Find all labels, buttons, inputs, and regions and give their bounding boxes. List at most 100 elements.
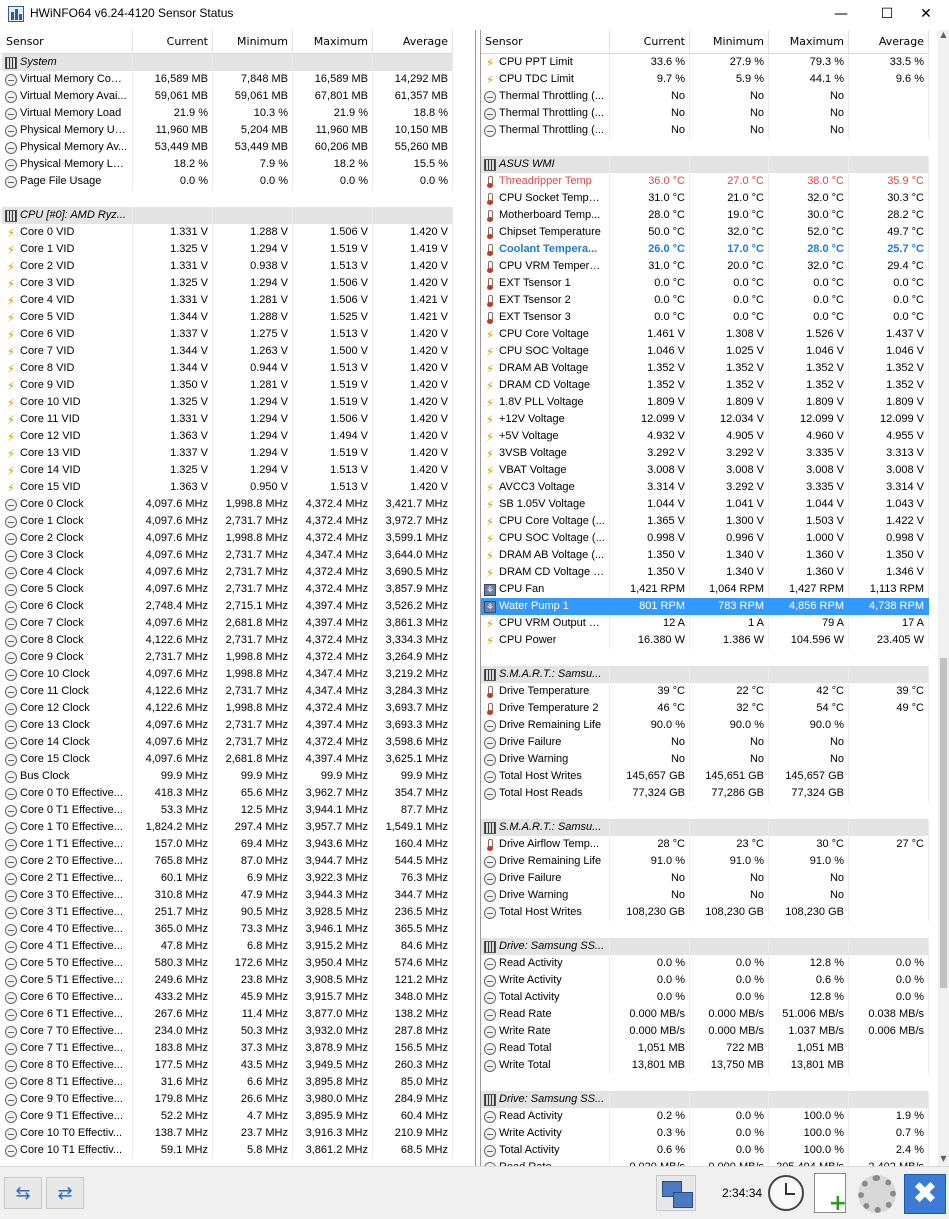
sensor-row[interactable]: ⚡ CPU VRM Output C... 12 A1 A 79 A 17 A: [481, 615, 929, 632]
sensor-row[interactable]: Core 6 T0 Effective... 433.2 MHz 45.9 MHz 3…: [2, 989, 453, 1006]
sensor-row[interactable]: Core 0 T0 Effective... 418.3 MHz 65.6 MHz 3…: [2, 785, 453, 802]
sensor-row[interactable]: Drive Remaining Life 91.0 % 91.0 % 91.0 %: [481, 853, 929, 870]
sensor-row[interactable]: Core 3 T1 Effective... 251.7 MHz 90.5 MHz 3…: [2, 904, 453, 921]
sensor-row[interactable]: Drive Failure No No No: [481, 734, 929, 751]
sensor-row[interactable]: Drive Temperature 2 46 °C 32 °C 54 °C 49 °C: [481, 700, 929, 717]
close-x-icon[interactable]: ✖: [904, 1174, 946, 1214]
column-header-current[interactable]: Current: [610, 30, 690, 54]
sensor-group-header[interactable]: Drive: Samsung SS...: [481, 1091, 929, 1108]
sensor-row[interactable]: ⚡ Core 15 VID 1.363 V 0.950 V 1.513 V 1.420 V: [2, 479, 453, 496]
sensor-row[interactable]: Drive Warning No No No: [481, 887, 929, 904]
sensor-row[interactable]: CPU VRM Temperat... 31.0 °C 20.0 °C 32.0 °C…: [481, 258, 929, 275]
sensor-row[interactable]: Core 10 Clock 4,097.6 MHz 1,998.8 MHz 4,347…: [2, 666, 453, 683]
sensor-row[interactable]: Core 6 T1 Effective... 267.6 MHz 11.4 MHz 3…: [2, 1006, 453, 1023]
sensor-row[interactable]: Threadripper Temp 36.0 °C 27.0 °C 38.0 °C 35…: [481, 173, 929, 190]
column-header-minimum[interactable]: Minimum: [690, 30, 769, 54]
sensor-row[interactable]: Virtual Memory Load 21.9 % 10.3 % 21.9 % 18.…: [2, 105, 453, 122]
sensor-row[interactable]: Core 4 T0 Effective... 365.0 MHz 73.3 MHz 3…: [2, 921, 453, 938]
sensor-row[interactable]: Drive Temperature 39 °C 22 °C 42 °C 39 °C: [481, 683, 929, 700]
sensor-row[interactable]: Core 2 T0 Effective... 765.8 MHz 87.0 MHz 3…: [2, 853, 453, 870]
sensor-row[interactable]: ⚘ CPU Fan 1,421 RPM 1,064 RPM 1,427 RPM 1,113…: [481, 581, 929, 598]
sensor-row[interactable]: Chipset Temperature 50.0 °C 32.0 °C 52.0 °C…: [481, 224, 929, 241]
sensor-row[interactable]: Core 0 Clock 4,097.6 MHz 1,998.8 MHz 4,372.…: [2, 496, 453, 513]
column-header-sensor[interactable]: Sensor: [2, 30, 133, 54]
sensor-row[interactable]: Write Activity 0.3 % 0.0 % 100.0 % 0.7 %: [481, 1125, 929, 1142]
sensor-row[interactable]: Core 1 T0 Effective... 1,824.2 MHz 297.4 M…: [2, 819, 453, 836]
sensor-row[interactable]: Core 6 Clock 2,748.4 MHz 2,715.1 MHz 4,397.…: [2, 598, 453, 615]
column-header-current[interactable]: Current: [133, 30, 213, 54]
sensor-row[interactable]: ⚡ Core 13 VID 1.337 V 1.294 V 1.519 V 1.420 V: [2, 445, 453, 462]
collapse-arrows-button[interactable]: ⇄: [46, 1177, 84, 1209]
sensor-row[interactable]: ⚡ Core 5 VID 1.344 V 1.288 V 1.525 V 1.421 V: [2, 309, 453, 326]
sensor-row[interactable]: ⚡ Core 3 VID 1.325 V 1.294 V 1.506 V 1.420 V: [2, 275, 453, 292]
sensor-row[interactable]: Read Rate 0.020 MB/s0.000 MB/s205.494 MB/…: [481, 1159, 929, 1166]
sensor-row[interactable]: ⚡ CPU SOC Voltage 1.046 V 1.025 V 1.046 V 1.0…: [481, 343, 929, 360]
sensor-row[interactable]: Core 7 T0 Effective... 234.0 MHz 50.3 MHz 3…: [2, 1023, 453, 1040]
sensor-group-header[interactable]: ASUS WMI: [481, 156, 929, 173]
sensor-row[interactable]: Core 0 T1 Effective... 53.3 MHz 12.5 MHz 3,…: [2, 802, 453, 819]
sensor-row[interactable]: ⚡ CPU Core Voltage (... 1.365 V 1.300 V 1.50…: [481, 513, 929, 530]
sensor-row[interactable]: Core 13 Clock 4,097.6 MHz 2,731.7 MHz 4,397…: [2, 717, 453, 734]
sensor-row[interactable]: Core 8 Clock 4,122.6 MHz 2,731.7 MHz 4,372.…: [2, 632, 453, 649]
sensor-row[interactable]: Write Total 13,801 MB 13,750 MB 13,801 MB: [481, 1057, 929, 1074]
sensor-row[interactable]: ⚡ Core 10 VID 1.325 V 1.294 V 1.519 V 1.420 V: [2, 394, 453, 411]
sensor-row[interactable]: Core 10 T0 Effectiv... 138.7 MHz 23.7 MHz 3…: [2, 1125, 453, 1142]
sensor-row[interactable]: Core 2 Clock 4,097.6 MHz 1,998.8 MHz 4,372.…: [2, 530, 453, 547]
sensor-row[interactable]: Core 1 Clock 4,097.6 MHz 2,731.7 MHz 4,372.…: [2, 513, 453, 530]
sensor-row[interactable]: ⚡ SB 1.05V Voltage 1.044 V 1.041 V 1.044 V 1.…: [481, 496, 929, 513]
sensor-row[interactable]: Total Activity 0.0 % 0.0 % 12.8 % 0.0 %: [481, 989, 929, 1006]
sensor-group-header[interactable]: System: [2, 54, 453, 71]
settings-gear-icon[interactable]: [858, 1175, 896, 1213]
sensor-row[interactable]: ⚡ AVCC3 Voltage 3.314 V 3.292 V 3.335 V 3.314…: [481, 479, 929, 496]
sensor-row[interactable]: ⚡ CPU Core Voltage 1.461 V 1.308 V 1.526 V 1.…: [481, 326, 929, 343]
sensor-row[interactable]: ⚡ CPU SOC Voltage (... 0.998 V 0.996 V 1.000…: [481, 530, 929, 547]
sensor-row[interactable]: ⚡ Core 12 VID 1.363 V 1.294 V 1.494 V 1.420 V: [2, 428, 453, 445]
sensor-row[interactable]: Write Activity 0.0 % 0.0 % 0.6 % 0.0 %: [481, 972, 929, 989]
sensor-row[interactable]: ⚡ +5V Voltage 4.932 V 4.905 V 4.960 V 4.955 V: [481, 428, 929, 445]
sensor-row[interactable]: Core 10 T1 Effectiv... 59.1 MHz 5.8 MHz 3,8…: [2, 1142, 453, 1159]
sensor-row[interactable]: ⚡ 1.8V PLL Voltage 1.809 V 1.809 V 1.809 V 1.…: [481, 394, 929, 411]
sensor-row[interactable]: Core 3 T0 Effective... 310.8 MHz 47.9 MHz 3…: [2, 887, 453, 904]
add-report-icon[interactable]: [814, 1173, 847, 1216]
sensor-row[interactable]: EXT Tsensor 3 0.0 °C 0.0 °C 0.0 °C 0.0 °C: [481, 309, 929, 326]
sensor-row[interactable]: Total Activity 0.6 % 0.0 % 100.0 % 2.4 %: [481, 1142, 929, 1159]
sensor-row[interactable]: Core 8 T0 Effective... 177.5 MHz 43.5 MHz 3…: [2, 1057, 453, 1074]
sensor-group-header[interactable]: S.M.A.R.T.: Samsu...: [481, 819, 929, 836]
sensor-row[interactable]: Read Total 1,051 MB 722 MB 1,051 MB: [481, 1040, 929, 1057]
sensor-row[interactable]: EXT Tsensor 2 0.0 °C 0.0 °C 0.0 °C 0.0 °C: [481, 292, 929, 309]
sensor-row[interactable]: ⚡ Core 14 VID 1.325 V 1.294 V 1.513 V 1.420 V: [2, 462, 453, 479]
sensor-row[interactable]: Physical Memory Used 11,960 MB 5,204 MB 11,…: [2, 122, 453, 139]
sensor-row[interactable]: Total Host Reads 77,324 GB 77,286 GB 77,324…: [481, 785, 929, 802]
sensor-row[interactable]: Drive Remaining Life 90.0 % 90.0 % 90.0 %: [481, 717, 929, 734]
sensor-row[interactable]: Core 11 Clock 4,122.6 MHz 2,731.7 MHz 4,347…: [2, 683, 453, 700]
sensor-row[interactable]: Thermal Throttling (... No No No: [481, 105, 929, 122]
sensor-row[interactable]: ⚡ Core 6 VID 1.337 V 1.275 V 1.513 V 1.420 V: [2, 326, 453, 343]
sensor-row[interactable]: Virtual Memory Com... 16,589 MB 7,848 MB 16…: [2, 71, 453, 88]
sensor-row[interactable]: Read Activity 0.0 % 0.0 % 12.8 % 0.0 %: [481, 955, 929, 972]
column-header-sensor[interactable]: Sensor: [481, 30, 610, 54]
sensor-row[interactable]: Core 3 Clock 4,097.6 MHz 2,731.7 MHz 4,347.…: [2, 547, 453, 564]
sensor-row[interactable]: ⚡ VBAT Voltage 3.008 V 3.008 V 3.008 V 3.008 …: [481, 462, 929, 479]
sensor-row[interactable]: Write Rate 0.000 MB/s 0.000 MB/s 1.037 MB/s…: [481, 1023, 929, 1040]
sensor-row[interactable]: Core 9 Clock 2,731.7 MHz 1,998.8 MHz 4,372.…: [2, 649, 453, 666]
sensor-pane-right[interactable]: Sensor Current Minimum Maximum Average ⚡…: [480, 30, 937, 1166]
sensor-row[interactable]: ⚘ Water Pump 1 801 RPM 783 RPM 4,856 RPM 4,73…: [481, 598, 929, 615]
sensor-row[interactable]: ⚡ Core 8 VID 1.344 V 0.944 V 1.513 V 1.420 V: [2, 360, 453, 377]
sensor-row[interactable]: Total Host Writes 108,230 GB 108,230 GB 108…: [481, 904, 929, 921]
sensor-row[interactable]: ⚡ Core 4 VID 1.331 V 1.281 V 1.506 V 1.421 V: [2, 292, 453, 309]
sensor-row[interactable]: ⚡ DRAM CD Voltage (... 1.350 V 1.340 V 1.360…: [481, 564, 929, 581]
sensor-row[interactable]: Core 9 T0 Effective... 179.8 MHz 26.6 MHz 3…: [2, 1091, 453, 1108]
sensor-row[interactable]: Core 5 T1 Effective... 249.6 MHz 23.8 MHz 3…: [2, 972, 453, 989]
network-icon[interactable]: [656, 1175, 696, 1211]
sensor-row[interactable]: Read Rate 0.000 MB/s 0.000 MB/s 51.006 MB/s…: [481, 1006, 929, 1023]
sensor-row[interactable]: ⚡ Core 0 VID 1.331 V 1.288 V 1.506 V 1.420 V: [2, 224, 453, 241]
sensor-row[interactable]: ⚡ Core 1 VID 1.325 V 1.294 V 1.519 V 1.419 V: [2, 241, 453, 258]
sensor-row[interactable]: Core 5 Clock 4,097.6 MHz 2,731.7 MHz 4,372.…: [2, 581, 453, 598]
sensor-row[interactable]: Core 14 Clock 4,097.6 MHz 2,731.7 MHz 4,372…: [2, 734, 453, 751]
column-header-average[interactable]: Average: [373, 30, 453, 54]
column-header-average[interactable]: Average: [849, 30, 929, 54]
sensor-row[interactable]: ⚡ CPU TDC Limit 9.7 % 5.9 % 44.1 % 9.6 %: [481, 71, 929, 88]
scroll-up-arrow-icon[interactable]: ▲: [938, 30, 949, 42]
sensor-row[interactable]: ⚡ CPU PPT Limit 33.6 % 27.9 % 79.3 % 33.5 %: [481, 54, 929, 71]
sensor-row[interactable]: ⚡ DRAM CD Voltage 1.352 V 1.352 V 1.352 V 1.3…: [481, 377, 929, 394]
